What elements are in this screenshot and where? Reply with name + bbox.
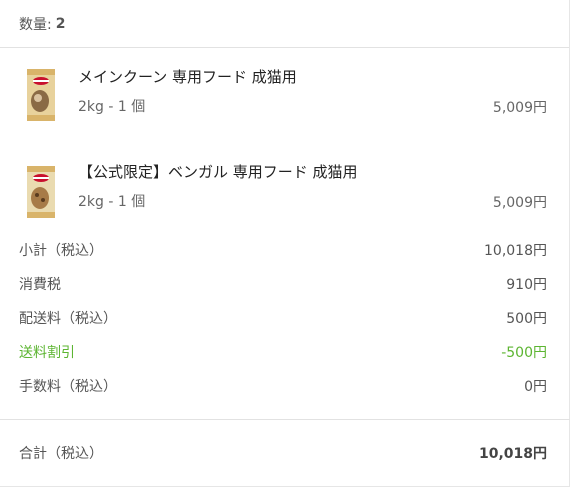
summary-divider — [0, 419, 570, 420]
item-price: 5,009円 — [492, 195, 547, 211]
shipping-discount-row: 送料割引 -500円 — [0, 334, 570, 368]
subtotal-label: 小計（税込） — [19, 243, 103, 259]
item-variant: 2kg - 1 個 — [78, 99, 146, 115]
price-summary: 小計（税込） 10,018円 消費税 910円 配送料（税込） 500円 送料割… — [0, 232, 570, 402]
shipping-value: 500円 — [506, 311, 547, 327]
shipping-discount-label: 送料割引 — [19, 345, 75, 361]
tax-value: 910円 — [506, 277, 547, 293]
shipping-row: 配送料（税込） 500円 — [0, 300, 570, 334]
quantity-row: 数量: 2 — [0, 0, 569, 48]
total-label: 合計（税込） — [19, 446, 103, 462]
fee-value: 0円 — [524, 379, 547, 395]
cart-item: 【公式限定】ベンガル 専用フード 成猫用 2kg - 1 個 5,009円 — [0, 158, 570, 228]
fee-row: 手数料（税込） 0円 — [0, 368, 570, 402]
item-price: 5,009円 — [492, 100, 547, 116]
quantity-value: 2 — [55, 15, 66, 32]
subtotal-row: 小計（税込） 10,018円 — [0, 232, 570, 266]
total-row: 合計（税込） 10,018円 — [0, 440, 570, 466]
tax-label: 消費税 — [19, 277, 61, 293]
cat-food-bag-icon — [27, 69, 55, 121]
fee-label: 手数料（税込） — [19, 379, 117, 395]
total-value: 10,018円 — [478, 446, 547, 462]
shipping-label: 配送料（税込） — [19, 311, 117, 327]
tax-row: 消費税 910円 — [0, 266, 570, 300]
order-summary-panel: 数量: 2 メインクーン 専用フード 成猫用 2kg - 1 個 5,009円 — [0, 0, 570, 487]
shipping-discount-value: -500円 — [501, 345, 547, 361]
item-variant: 2kg - 1 個 — [78, 194, 146, 210]
cart-item: メインクーン 専用フード 成猫用 2kg - 1 個 5,009円 — [0, 62, 570, 132]
quantity-label: 数量: — [19, 16, 52, 33]
subtotal-value: 10,018円 — [484, 243, 547, 259]
cat-food-bag-icon — [27, 166, 55, 218]
item-name: 【公式限定】ベンガル 専用フード 成猫用 — [78, 163, 358, 181]
item-name: メインクーン 専用フード 成猫用 — [78, 68, 297, 86]
